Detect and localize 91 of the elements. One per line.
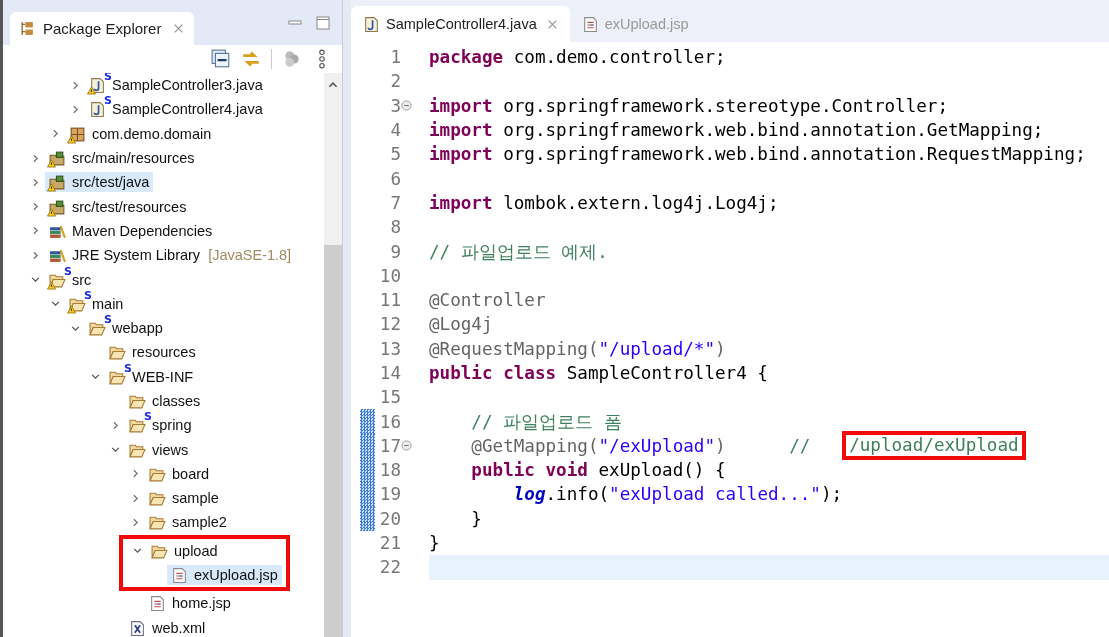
folder-icon <box>129 417 146 435</box>
folder-icon <box>149 514 166 532</box>
editor-tab[interactable]: SampleController4.java <box>351 6 570 42</box>
line-number: 10 <box>378 265 401 286</box>
folder-icon <box>109 344 126 362</box>
code-line: } <box>470 508 482 529</box>
tree-item[interactable]: board <box>145 463 214 484</box>
line-number: 13 <box>378 338 401 359</box>
package-icon <box>69 125 86 143</box>
maximize-icon[interactable] <box>316 15 330 30</box>
java-file-icon <box>89 77 106 95</box>
line-number: 7 <box>389 192 401 213</box>
link-arrows-icon[interactable] <box>241 49 261 69</box>
filter-icon[interactable] <box>282 49 302 69</box>
line-number: 8 <box>389 217 401 238</box>
tree-item[interactable]: classes <box>125 391 205 411</box>
tree-item[interactable]: com.demo.domain <box>65 123 216 144</box>
library-version: [JavaSE-1.8] <box>208 247 292 264</box>
code-line: @GetMapping("/exUpload") // <box>470 435 812 456</box>
code-line: import lombok.extern.log4j.Log4j; <box>429 192 779 213</box>
line-number: 6 <box>389 168 401 189</box>
folder-icon <box>89 320 106 338</box>
tree-item[interactable]: src/test/java <box>45 172 154 193</box>
line-number: 16 <box>378 411 401 432</box>
line-number: 22 <box>378 557 401 578</box>
java-file-icon <box>89 101 106 119</box>
spring-label: S <box>104 95 112 107</box>
folder-icon <box>149 490 166 508</box>
code-line: import org.springframework.web.bind.annotation.RequestMapping; <box>429 144 1086 165</box>
code-line: } <box>429 533 440 554</box>
line-number: 15 <box>378 387 401 408</box>
tree-item[interactable]: src/test/resources <box>45 196 191 217</box>
code-line: package com.demo.controller; <box>429 47 726 68</box>
line-number: 21 <box>378 533 401 554</box>
tree-item[interactable]: web.xml <box>125 617 210 637</box>
close-icon[interactable] <box>546 18 558 30</box>
code-line: @RequestMapping("/upload/*") <box>429 338 726 359</box>
code-line: public void exUpload() { <box>470 460 726 481</box>
close-icon[interactable] <box>173 23 185 34</box>
code-line: log.info("exUpload called..."); <box>512 484 843 505</box>
scrollbar[interactable] <box>324 73 342 637</box>
code-line: // 파일업로드 예제. <box>429 240 608 264</box>
spring-label: S <box>104 73 112 83</box>
highlighted-code: /upload/exUpload <box>842 431 1026 461</box>
line-number: 14 <box>378 363 401 383</box>
code-line: @Controller <box>429 290 546 311</box>
tree-item[interactable]: sample <box>145 488 223 509</box>
tree-item[interactable]: src/main/resources <box>45 148 199 169</box>
spring-label: S <box>64 265 72 277</box>
code-line: @Log4j <box>429 314 493 335</box>
jsp-file-icon <box>581 15 599 33</box>
line-number: 4 <box>389 120 401 141</box>
library-icon <box>49 247 66 265</box>
java-file-icon <box>363 15 380 33</box>
spring-label: S <box>144 411 152 423</box>
line-number: 9 <box>389 241 401 262</box>
jsp-file-icon <box>149 595 166 613</box>
tree-item[interactable]: exUpload.jsp <box>167 565 282 586</box>
hierarchy-icon <box>20 21 35 36</box>
fold-icon[interactable] <box>401 100 412 112</box>
line-number: 19 <box>378 484 401 505</box>
jsp-file-icon <box>171 567 188 585</box>
line-number: 11 <box>378 290 401 311</box>
line-number: 20 <box>378 508 401 529</box>
scroll-thumb[interactable] <box>324 245 342 637</box>
spring-label: S <box>84 289 92 301</box>
line-number: 1 <box>389 47 401 68</box>
tree-item[interactable]: resources <box>105 342 200 363</box>
code-line: import org.springframework.stereotype.Controller; <box>429 95 949 116</box>
tree-item[interactable]: views <box>125 439 193 460</box>
tree-item[interactable]: sample2 <box>145 512 231 533</box>
folder-icon <box>129 393 146 410</box>
fold-icon[interactable] <box>401 440 412 452</box>
code-line: // 파일업로드 폼 <box>470 410 622 434</box>
collapse-all-icon[interactable] <box>211 49 231 69</box>
spring-label: S <box>104 314 112 326</box>
line-number: 18 <box>378 460 401 481</box>
line-number: 3 <box>389 95 401 116</box>
tree-item[interactable]: upload <box>147 540 222 561</box>
line-number: 2 <box>389 71 401 92</box>
tree-item[interactable]: Maven Dependencies <box>45 220 217 241</box>
view-title: Package Explorer <box>43 20 162 37</box>
spring-label: S <box>124 362 132 374</box>
code-line: public class SampleController4 { <box>429 363 768 383</box>
view-tab[interactable]: Package Explorer <box>10 12 195 45</box>
code-line: import org.springframework.web.bind.annotation.GetMapping; <box>429 120 1044 141</box>
line-number: 12 <box>378 314 401 335</box>
tree-item[interactable]: home.jsp <box>145 593 235 614</box>
tree-item[interactable]: JRE System Library [JavaSE-1.8] <box>45 245 296 266</box>
line-number: 5 <box>389 144 401 165</box>
line-number: 17 <box>378 435 401 456</box>
